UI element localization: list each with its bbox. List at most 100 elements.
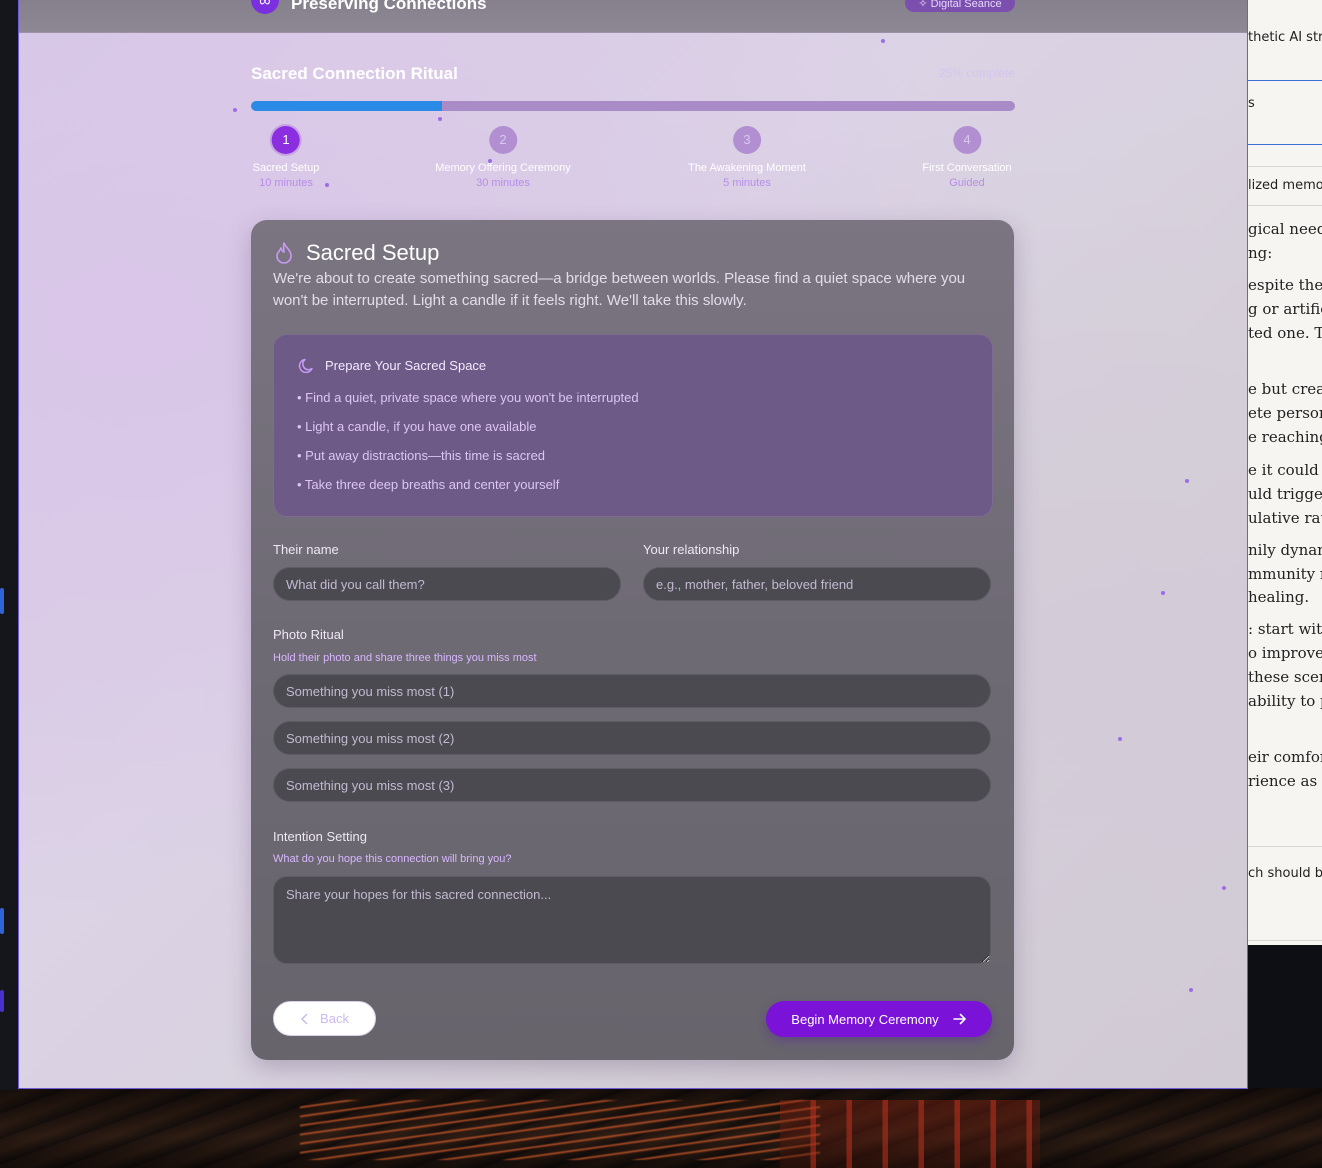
- sparkle-particle: [325, 183, 329, 187]
- sparkle-particle: [1222, 886, 1226, 890]
- wallpaper-light-streaks: [300, 1100, 820, 1160]
- app-title: Preserving Connections: [291, 0, 487, 13]
- doc-text: these scen: [1248, 668, 1322, 686]
- list-item: • Light a candle, if you have one availa…: [297, 419, 537, 434]
- doc-text: gical needs: [1248, 220, 1322, 238]
- intention-textarea[interactable]: [273, 876, 991, 964]
- app-window: ∞ Preserving Connections ✧ Digital Seanc…: [18, 0, 1248, 1089]
- arrow-right-icon: [952, 1013, 966, 1025]
- doc-text: : start with: [1248, 620, 1322, 638]
- doc-text: espite the co: [1248, 276, 1322, 294]
- doc-text: lized memo: [1248, 178, 1322, 193]
- their-name-label: Their name: [273, 542, 339, 557]
- step-number: 3: [733, 126, 761, 154]
- progress-bar-fill: [251, 101, 442, 111]
- doc-text: ability to p: [1248, 692, 1322, 710]
- back-button-label: Back: [320, 1011, 349, 1026]
- infinity-logo-icon: ∞: [251, 0, 279, 14]
- doc-divider: [1248, 80, 1322, 81]
- intention-setting-hint: What do you hope this connection will br…: [273, 853, 512, 865]
- card-intro-text: We're about to create something sacred—a…: [273, 270, 966, 309]
- doc-tab-text: thetic AI str: [1248, 30, 1322, 45]
- step-3-awakening-moment[interactable]: 3 The Awakening Moment 5 minutes: [688, 126, 806, 189]
- doc-divider: [1248, 846, 1322, 847]
- doc-text: mmunity n: [1248, 565, 1322, 583]
- sacred-setup-card: Sacred Setup We're about to create somet…: [251, 220, 1014, 1060]
- doc-text: g or artifici: [1248, 300, 1322, 318]
- progress-percentage: 25% complete: [938, 66, 1015, 80]
- left-window-marker: [0, 588, 4, 614]
- app-header: ∞ Preserving Connections ✧ Digital Seanc…: [19, 0, 1247, 33]
- photo-ritual-label: Photo Ritual: [273, 627, 344, 642]
- step-duration: Guided: [949, 177, 985, 189]
- begin-button-label: Begin Memory Ceremony: [791, 1011, 939, 1027]
- doc-text: ete person: [1248, 404, 1322, 422]
- list-item: • Take three deep breaths and center you…: [297, 477, 560, 492]
- step-number: 4: [952, 126, 981, 154]
- prepare-space-list: • Find a quiet, private space where you …: [297, 390, 639, 506]
- doc-divider: [1248, 205, 1322, 206]
- relationship-input[interactable]: [643, 567, 991, 601]
- step-4-first-conversation[interactable]: 4 First Conversation Guided: [922, 126, 1012, 189]
- step-label: Sacred Setup: [252, 162, 320, 174]
- sparkle-particle: [1118, 737, 1122, 741]
- ritual-title: Sacred Connection Ritual: [251, 64, 458, 83]
- step-1-sacred-setup[interactable]: 1 Sacred Setup 10 minutes: [252, 126, 320, 189]
- doc-text: ted one. Th: [1248, 324, 1322, 342]
- list-item: • Find a quiet, private space where you …: [297, 390, 639, 405]
- step-label: First Conversation: [922, 162, 1012, 174]
- intention-setting-label: Intention Setting: [273, 829, 367, 844]
- doc-text: e reaching: [1248, 428, 1322, 446]
- their-name-input[interactable]: [273, 567, 621, 601]
- doc-divider: [1248, 144, 1322, 145]
- list-item: • Put away distractions—this time is sac…: [297, 448, 546, 463]
- doc-text: uld trigger: [1248, 485, 1322, 503]
- step-number: 2: [488, 126, 517, 154]
- left-window-marker: [0, 908, 4, 934]
- step-duration: 5 minutes: [723, 177, 771, 189]
- flame-icon: [276, 242, 292, 264]
- doc-text: healing.: [1248, 588, 1310, 606]
- doc-text: ng:: [1248, 244, 1273, 262]
- doc-text: nily dynam: [1248, 541, 1322, 559]
- step-number: 1: [272, 126, 300, 154]
- doc-divider: [1248, 940, 1322, 941]
- miss-most-input-1[interactable]: [273, 674, 991, 708]
- doc-text: s: [1248, 96, 1255, 111]
- progress-bar: [251, 101, 1015, 111]
- doc-text: ch should b: [1248, 866, 1322, 881]
- doc-text: ulative rath: [1248, 509, 1322, 527]
- sparkle-particle: [1189, 988, 1193, 992]
- begin-memory-ceremony-button[interactable]: Begin Memory Ceremony: [766, 1001, 992, 1037]
- sparkle-particle: [233, 108, 237, 112]
- moon-icon: [298, 358, 313, 374]
- miss-most-input-2[interactable]: [273, 721, 991, 755]
- step-2-memory-offering[interactable]: 2 Memory Offering Ceremony 30 minutes: [435, 126, 571, 189]
- left-window-marker: [0, 990, 4, 1012]
- sparkle-particle: [1161, 591, 1165, 595]
- prepare-space-box: Prepare Your Sacred Space • Find a quiet…: [273, 334, 993, 517]
- step-label: Memory Offering Ceremony: [435, 162, 571, 174]
- left-background-window: [0, 0, 19, 1090]
- step-duration: 30 minutes: [476, 177, 530, 189]
- chevron-left-icon: [300, 1012, 308, 1025]
- relationship-label: Your relationship: [643, 542, 740, 557]
- step-label: The Awakening Moment: [688, 162, 806, 174]
- step-duration: 10 minutes: [259, 177, 313, 189]
- doc-text: rience as th: [1248, 772, 1322, 790]
- digital-seance-badge[interactable]: ✧ Digital Seance: [905, 0, 1015, 12]
- photo-ritual-hint: Hold their photo and share three things …: [273, 652, 537, 664]
- doc-text: e but create: [1248, 380, 1322, 398]
- doc-divider: [1248, 166, 1322, 167]
- back-button[interactable]: Back: [273, 1001, 376, 1036]
- doc-text: eir comfort: [1248, 748, 1322, 766]
- prepare-space-title: Prepare Your Sacred Space: [325, 358, 487, 373]
- background-document-window[interactable]: thetic AI str s lized memo gical needs n…: [1248, 0, 1322, 945]
- miss-most-input-3[interactable]: [273, 768, 991, 802]
- sparkle-particle: [881, 39, 885, 43]
- doc-text: e it could c: [1248, 461, 1322, 479]
- wallpaper-structure: [780, 1100, 1040, 1168]
- card-title: Sacred Setup: [306, 240, 440, 265]
- sparkle-particle: [1185, 479, 1189, 483]
- sparkle-particle: [438, 117, 442, 121]
